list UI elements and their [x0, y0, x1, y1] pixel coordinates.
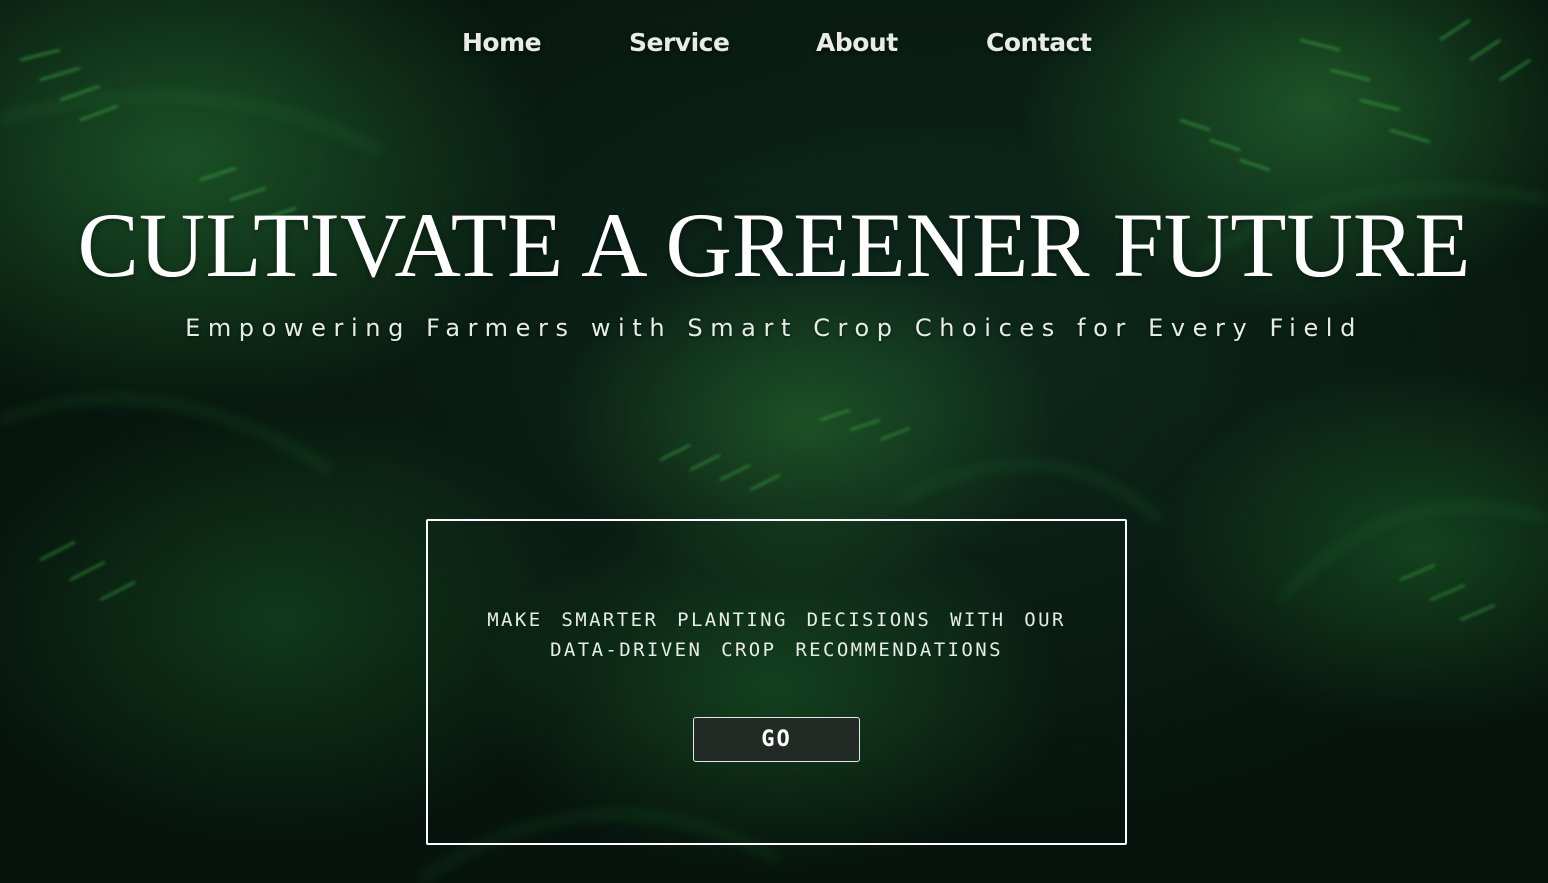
top-navigation: Home Service About Contact [0, 28, 1548, 68]
cta-description-line-2: DATA-DRIVEN CROP RECOMMENDATIONS [550, 639, 1003, 661]
nav-link-service[interactable]: Service [629, 28, 730, 57]
nav-link-home[interactable]: Home [462, 28, 542, 57]
cta-description: MAKE SMARTER PLANTING DECISIONS WITH OUR… [428, 605, 1125, 665]
hero-section: Home Service About Contact CULTIVATE A G… [0, 0, 1548, 883]
nav-link-about[interactable]: About [816, 28, 898, 57]
hero-headline: CULTIVATE A GREENER FUTURE [77, 194, 1471, 296]
go-button[interactable]: GO [693, 717, 860, 762]
nav-link-contact[interactable]: Contact [986, 28, 1092, 57]
cta-panel: MAKE SMARTER PLANTING DECISIONS WITH OUR… [426, 519, 1127, 845]
cta-description-line-1: MAKE SMARTER PLANTING DECISIONS WITH OUR [487, 609, 1066, 631]
hero-tagline: Empowering Farmers with Smart Crop Choic… [185, 314, 1363, 342]
